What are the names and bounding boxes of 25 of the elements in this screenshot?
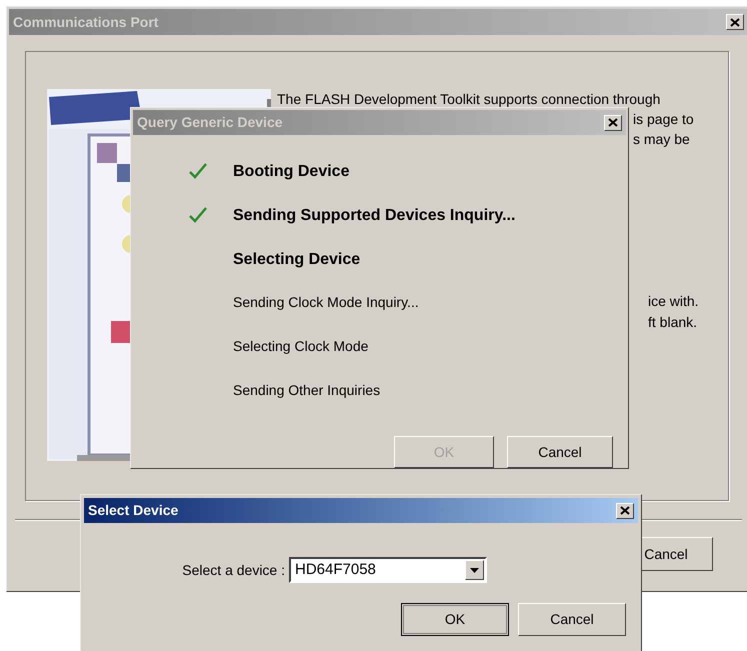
field-label: Select a device : xyxy=(182,561,285,580)
window-title: Query Generic Device xyxy=(137,113,283,132)
device-dropdown[interactable]: HD64F7058 xyxy=(289,557,487,583)
step-label: Selecting Clock Mode xyxy=(233,337,368,356)
description-text: The FLASH Development Toolkit supports connection through xyxy=(277,90,660,109)
step-label: Selecting Device xyxy=(233,250,360,270)
step-label: Sending Supported Devices Inquiry... xyxy=(233,206,516,226)
dialog-button[interactable]: Cancel xyxy=(518,603,626,636)
description-text: ice with. xyxy=(648,292,699,311)
close-icon xyxy=(730,18,740,26)
step-label: Sending Other Inquiries xyxy=(233,381,380,400)
close-button[interactable] xyxy=(726,14,744,30)
window-title: Communications Port xyxy=(13,12,158,32)
description-text: ft blank. xyxy=(648,313,698,332)
close-icon xyxy=(620,506,630,515)
close-icon xyxy=(608,118,618,127)
description-text: s may be xyxy=(633,130,690,149)
window-title: Select Device xyxy=(88,501,178,520)
dialog-button[interactable]: Cancel xyxy=(507,436,613,468)
step-label: Sending Clock Mode Inquiry... xyxy=(233,293,419,312)
close-button[interactable] xyxy=(604,114,622,130)
close-button[interactable] xyxy=(616,502,634,518)
dialog-button[interactable]: OK xyxy=(401,603,509,636)
description-text: is page to xyxy=(633,110,694,129)
step-label: Booting Device xyxy=(233,162,350,182)
